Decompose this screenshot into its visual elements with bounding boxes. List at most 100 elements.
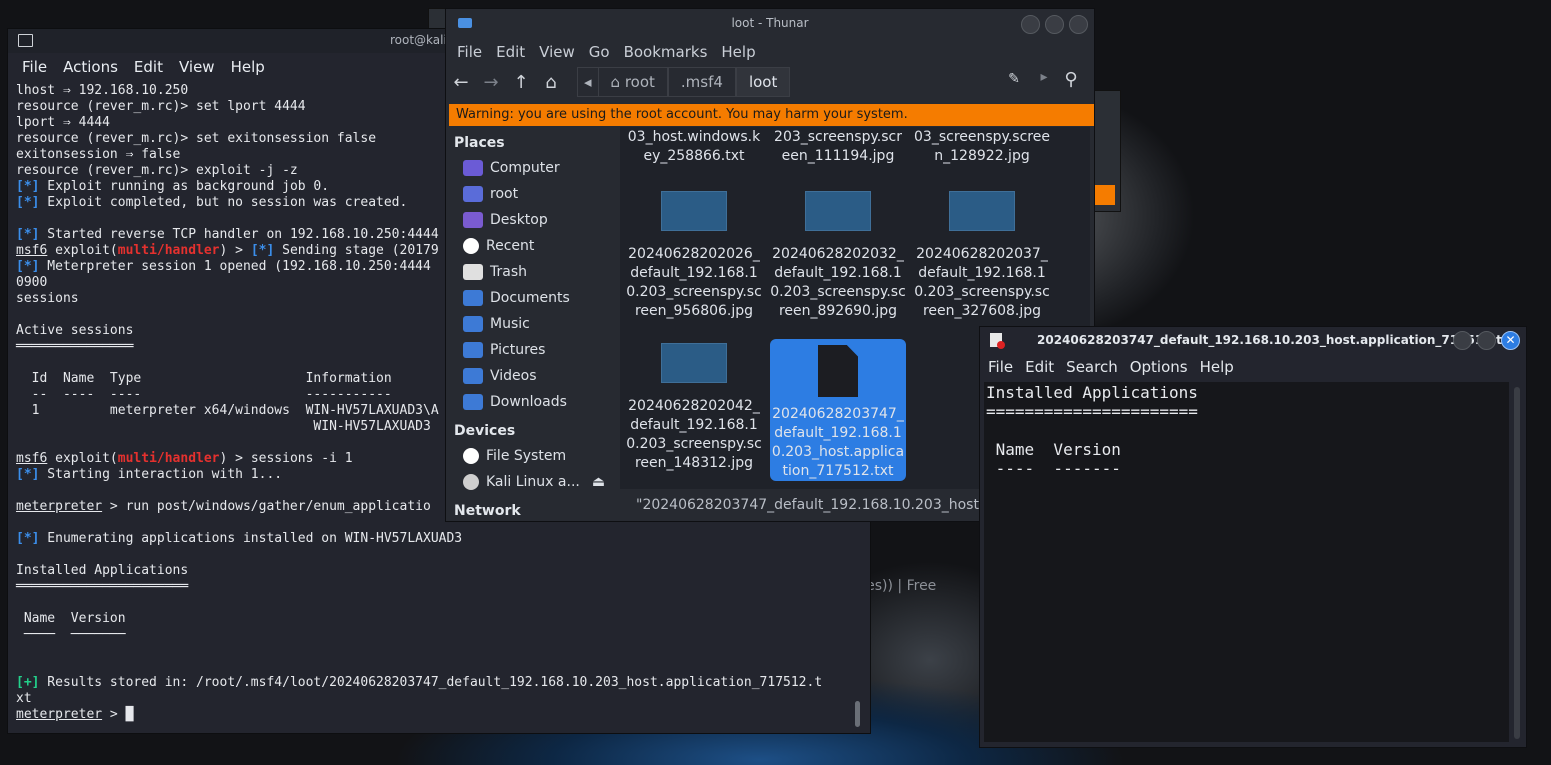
terminal-menu-view[interactable]: View	[171, 53, 223, 81]
terminal-menu-file[interactable]: File	[14, 53, 55, 81]
terminal-line: ──── ───────	[16, 627, 126, 642]
trash-icon	[463, 264, 483, 280]
editor-scrollbar[interactable]	[1514, 387, 1520, 739]
breadcrumb-msf4[interactable]: .msf4	[667, 67, 736, 97]
sidebar: Places Computer root Desktop Recent Trash Doc…	[450, 127, 619, 521]
file-name: 203_screenspy.screen_111194.jpg	[774, 129, 902, 164]
sidebar-item-label: Downloads	[490, 394, 567, 410]
home-icon[interactable]: ⌂	[536, 72, 566, 93]
sidebar-item-trash[interactable]: Trash	[450, 259, 619, 285]
terminal-scrollbar[interactable]	[855, 701, 860, 727]
edit-path-icon[interactable]: ✎	[999, 71, 1029, 87]
editor-menu-options[interactable]: Options	[1124, 353, 1194, 381]
terminal-title: root@kali:	[390, 33, 451, 47]
file-item[interactable]: 20240628202032_default_192.168.10.203_sc…	[770, 191, 906, 321]
devices-list: File System Kali Linux a... ⏏	[450, 443, 619, 495]
sidebar-item-label: Trash	[490, 264, 527, 280]
forward-arrow-icon[interactable]: →	[476, 72, 506, 93]
sidebar-item-desktop[interactable]: Desktop	[450, 207, 619, 233]
fm-menu-help[interactable]: Help	[714, 37, 762, 65]
fm-menu-bookmarks[interactable]: Bookmarks	[617, 37, 715, 65]
editor-content[interactable]: Installed Applications =================…	[984, 382, 1509, 478]
breadcrumb-loot[interactable]: loot	[735, 67, 791, 97]
device-item-file-system[interactable]: File System	[450, 443, 619, 469]
document-icon	[990, 333, 1005, 349]
fm-menu-go[interactable]: Go	[582, 37, 617, 65]
breadcrumb: ◂ ⌂ root .msf4 loot	[577, 67, 791, 97]
computer-icon	[463, 160, 483, 176]
device-item-kali-linux-a[interactable]: Kali Linux a... ⏏	[450, 469, 619, 495]
file-name: 20240628202037_default_192.168.10.203_sc…	[914, 246, 1050, 319]
file-item[interactable]: 03_screenspy.screen_128922.jpg	[914, 128, 1050, 166]
editor-menu-search[interactable]: Search	[1060, 353, 1124, 381]
file-item[interactable]: 203_screenspy.screen_111194.jpg	[770, 128, 906, 166]
file-name: 20240628202032_default_192.168.10.203_sc…	[770, 246, 906, 319]
file-name: 20240628202042_default_192.168.10.203_sc…	[626, 398, 762, 471]
editor-menu-help[interactable]: Help	[1194, 353, 1240, 381]
editor-title: 20240628203747_default_192.168.10.203_ho…	[1037, 333, 1516, 347]
file-item[interactable]: 20240628202037_default_192.168.10.203_sc…	[914, 191, 1050, 321]
close-button[interactable]	[1069, 15, 1088, 34]
back-arrow-icon[interactable]: ←	[446, 72, 476, 93]
editor-titlebar[interactable]: 20240628203747_default_192.168.10.203_ho…	[980, 327, 1526, 353]
editor-maximize-button[interactable]	[1477, 331, 1496, 350]
file-item-selected[interactable]: 20240628203747_default_192.168.10.203_ho…	[770, 339, 906, 481]
terminal-menu-edit[interactable]: Edit	[126, 53, 171, 81]
file-system-icon	[463, 448, 479, 464]
editor-menu-edit[interactable]: Edit	[1019, 353, 1060, 381]
fm-menu-edit[interactable]: Edit	[489, 37, 532, 65]
sidebar-item-label: Computer	[490, 160, 560, 176]
breadcrumb-left-icon[interactable]: ◂	[577, 67, 598, 97]
file-item[interactable]: 20240628202042_default_192.168.10.203_sc…	[626, 343, 762, 473]
sidebar-item-label: Documents	[490, 290, 570, 306]
fm-menu-file[interactable]: File	[450, 37, 489, 65]
sidebar-item-label: Pictures	[490, 342, 546, 358]
root-icon	[463, 186, 483, 202]
file-name: 20240628202026_default_192.168.10.203_sc…	[626, 246, 762, 319]
file-name: 03_screenspy.screen_128922.jpg	[914, 129, 1050, 164]
minimize-button[interactable]	[1021, 15, 1040, 34]
editor-minimize-button[interactable]	[1453, 331, 1472, 350]
sidebar-item-label: Videos	[490, 368, 537, 384]
file-item[interactable]: 03_host.windows.key_258866.txt	[626, 128, 762, 166]
breadcrumb-right-icon[interactable]: ▸	[1029, 69, 1059, 85]
sidebar-item-music[interactable]: Music	[450, 311, 619, 337]
sidebar-item-videos[interactable]: Videos	[450, 363, 619, 389]
image-thumbnail	[949, 191, 1015, 231]
file-name: 20240628203747_default_192.168.10.203_ho…	[771, 406, 905, 479]
sidebar-item-label: Desktop	[490, 212, 548, 228]
file-manager-toolbar: ← → ↑ ⌂ ◂ ⌂ root .msf4 loot ✎ ▸ ⚲	[446, 65, 1094, 99]
sidebar-item-label: Music	[490, 316, 530, 332]
terminal-menu-actions[interactable]: Actions	[55, 53, 126, 81]
sidebar-item-recent[interactable]: Recent	[450, 233, 619, 259]
maximize-button[interactable]	[1045, 15, 1064, 34]
terminal-line: xt	[16, 691, 32, 706]
breadcrumb-root[interactable]: ⌂ root	[597, 67, 668, 97]
text-editor-window[interactable]: 20240628203747_default_192.168.10.203_ho…	[979, 326, 1527, 748]
terminal-line: ══════════════════════	[16, 579, 189, 594]
breadcrumb-root-label: root	[624, 73, 655, 91]
sidebar-item-documents[interactable]: Documents	[450, 285, 619, 311]
up-arrow-icon[interactable]: ↑	[506, 72, 536, 93]
terminal-icon	[18, 34, 33, 47]
terminal-line: Installed Applications	[16, 563, 189, 578]
editor-menu-file[interactable]: File	[982, 353, 1019, 381]
root-warning-banner: Warning: you are using the root account.…	[449, 104, 1094, 126]
kali-linux-a-icon	[463, 474, 479, 490]
search-icon[interactable]: ⚲	[1056, 69, 1086, 90]
text-file-icon	[818, 345, 858, 397]
videos-icon	[463, 368, 483, 384]
sidebar-item-root[interactable]: root	[450, 181, 619, 207]
file-manager-title: loot - Thunar	[731, 16, 809, 30]
eject-icon[interactable]: ⏏	[592, 474, 605, 490]
sidebar-item-pictures[interactable]: Pictures	[450, 337, 619, 363]
terminal-menu-help[interactable]: Help	[223, 53, 273, 81]
sidebar-item-downloads[interactable]: Downloads	[450, 389, 619, 415]
sidebar-item-computer[interactable]: Computer	[450, 155, 619, 181]
editor-close-button[interactable]: ✕	[1501, 331, 1520, 350]
editor-text-area[interactable]: Installed Applications =================…	[984, 382, 1509, 742]
file-manager-titlebar[interactable]: loot - Thunar	[446, 9, 1094, 37]
file-item[interactable]: 20240628202026_default_192.168.10.203_sc…	[626, 191, 762, 321]
fm-menu-view[interactable]: View	[532, 37, 582, 65]
